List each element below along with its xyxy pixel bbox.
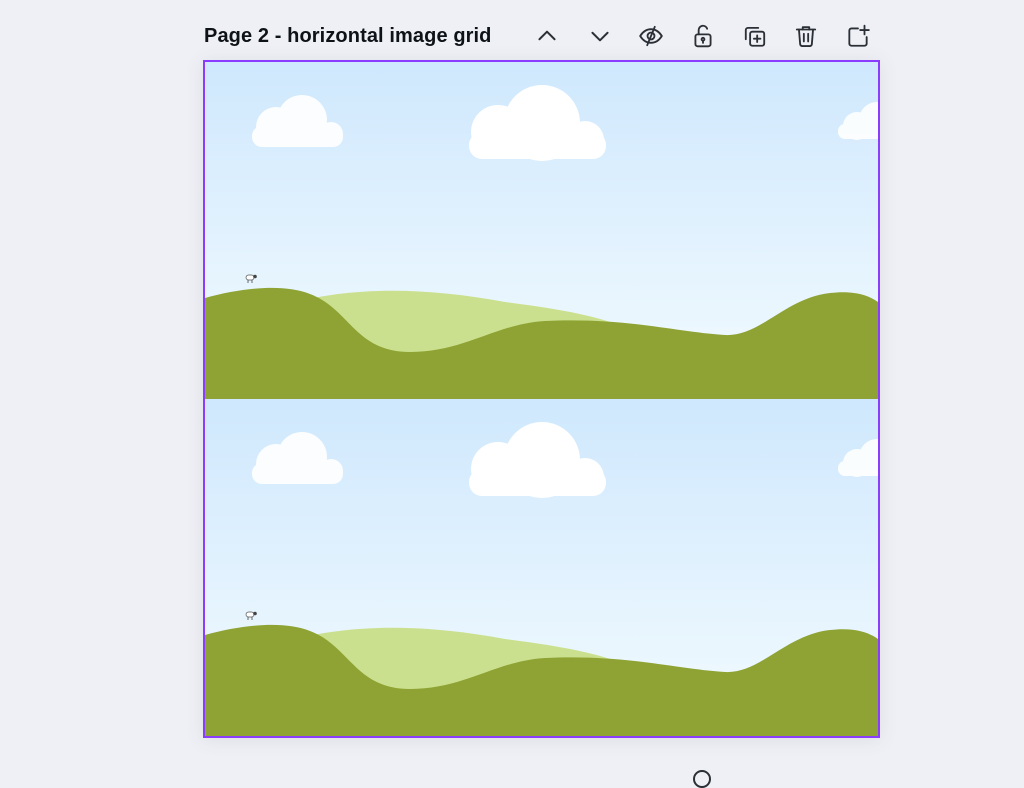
eye-slash-icon	[639, 25, 663, 47]
delete-page-button[interactable]	[790, 20, 822, 52]
help-icon[interactable]	[693, 770, 711, 788]
move-page-up-button[interactable]	[531, 20, 563, 52]
page-title[interactable]: Page 2 - horizontal image grid	[204, 25, 492, 48]
chevron-up-icon	[538, 30, 556, 41]
duplicate-icon	[744, 26, 766, 47]
lock-page-button[interactable]	[687, 20, 719, 52]
page-header: Page 2 - horizontal image grid	[204, 18, 880, 54]
add-page-icon	[848, 24, 870, 47]
unlock-icon	[694, 24, 712, 48]
chevron-down-icon	[591, 31, 609, 42]
landscape-image	[205, 62, 878, 399]
page-canvas-selected[interactable]	[203, 60, 880, 738]
hide-page-button[interactable]	[635, 20, 667, 52]
move-page-down-button[interactable]	[584, 20, 616, 52]
duplicate-page-button[interactable]	[739, 20, 771, 52]
landscape-image	[205, 399, 878, 736]
add-page-button[interactable]	[842, 20, 874, 52]
image-bottom[interactable]	[205, 399, 878, 736]
image-top[interactable]	[205, 62, 878, 399]
trash-icon	[795, 26, 817, 47]
